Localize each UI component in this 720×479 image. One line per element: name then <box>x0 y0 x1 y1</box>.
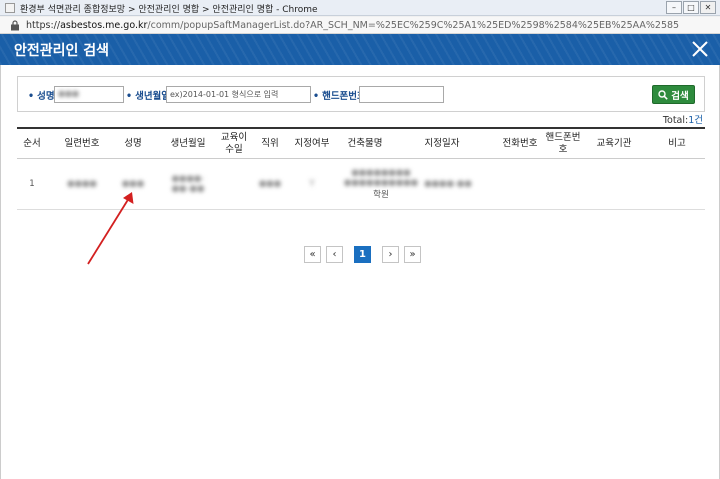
col-order: 순서 <box>23 138 41 149</box>
url-host: asbestos.me.go.kr <box>60 20 148 31</box>
col-designated-date: 지정일자 <box>424 138 460 149</box>
birth-label: • 생년월일 <box>126 91 171 102</box>
search-button-label: 검색 <box>671 90 689 102</box>
pagination: « ‹ 1 › » <box>304 246 421 263</box>
close-window-button[interactable]: ✕ <box>700 1 716 14</box>
url-path: /comm/popupSaftManagerList.do?AR_SCH_NM=… <box>147 20 680 31</box>
phone-input[interactable] <box>359 86 444 103</box>
address-bar[interactable]: https://asbestos.me.go.kr/comm/popupSaft… <box>0 17 720 34</box>
col-designated: 지정여부 <box>294 138 330 149</box>
cell-phone <box>497 159 543 209</box>
first-page-button[interactable]: « <box>304 246 321 263</box>
col-edu-org: 교육기관 <box>596 138 632 149</box>
page-1-button[interactable]: 1 <box>354 246 371 263</box>
col-edu-date: 교육이수일 <box>220 132 248 155</box>
search-form: • 성명 ●●● • 생년월일 ex)2014-01-01 형식으로 입력 • 핸드폰… <box>17 76 705 112</box>
col-mobile: 핸드폰번호 <box>545 132 581 155</box>
cell-edu-org <box>591 159 637 209</box>
popup-title: 안전관리인 검색 <box>14 43 110 59</box>
close-icon[interactable] <box>690 39 710 59</box>
next-page-button[interactable]: › <box>382 246 399 263</box>
col-position: 직위 <box>261 138 279 149</box>
url-text[interactable]: https://asbestos.me.go.kr/comm/popupSaft… <box>26 20 679 31</box>
url-prefix: https:// <box>26 20 61 31</box>
bullet-icon: • <box>126 91 133 102</box>
window-controls: – □ ✕ <box>666 1 716 14</box>
search-button[interactable]: 검색 <box>652 85 695 104</box>
name-input[interactable]: ●●● <box>54 86 124 103</box>
bullet-icon: • <box>313 91 320 102</box>
col-note: 비고 <box>668 138 686 149</box>
col-name: 성명 <box>124 138 142 149</box>
lock-icon <box>11 20 19 31</box>
col-serial: 일련번호 <box>64 138 100 149</box>
birth-input[interactable]: ex)2014-01-01 형식으로 입력 <box>166 86 311 103</box>
phone-label: • 핸드폰번호 <box>313 91 366 102</box>
cell-note <box>657 159 697 209</box>
cell-mobile <box>545 159 581 209</box>
search-icon <box>658 89 668 100</box>
maximize-button[interactable]: □ <box>683 1 699 14</box>
popup-content: • 성명 ●●● • 생년월일 ex)2014-01-01 형식으로 입력 • 핸드폰… <box>0 65 720 479</box>
col-phone: 전화번호 <box>502 138 538 149</box>
popup-header: 안전관리인 검색 <box>0 34 720 65</box>
app-icon <box>5 3 15 13</box>
cell-position: ●●● <box>258 179 282 189</box>
cell-designated-date: ●●●●-●● <box>424 179 472 189</box>
bullet-icon: • <box>28 91 35 102</box>
prev-page-button[interactable]: ‹ <box>326 246 343 263</box>
minimize-button[interactable]: – <box>666 1 682 14</box>
window-title: 환경부 석면관리 종합정보망 > 안전관리인 명합 > 안전관리인 명합 - C… <box>20 5 318 15</box>
cell-order: 1 <box>29 179 35 189</box>
window-titlebar: 환경부 석면관리 종합정보망 > 안전관리인 명합 > 안전관리인 명합 - C… <box>0 0 720 16</box>
last-page-button[interactable]: » <box>404 246 421 263</box>
annotation-arrow-icon <box>87 192 134 265</box>
cell-edu-date <box>220 159 248 209</box>
col-building: 건축물명 <box>347 138 383 149</box>
cell-building: ●●●●●●●● ●●●●●●●●●● 학원 <box>343 168 419 200</box>
total-count: Total:1건 <box>662 115 703 126</box>
name-label: • 성명 <box>28 91 55 102</box>
col-birth: 생년월일 <box>170 138 206 149</box>
table-header: 순서 일련번호 성명 생년월일 교육이수일 직위 지정여부 건축물명 지정일자 … <box>17 127 705 159</box>
cell-designated: Y <box>309 179 315 189</box>
cell-birth: ●●●●-●●-●● <box>171 174 205 194</box>
